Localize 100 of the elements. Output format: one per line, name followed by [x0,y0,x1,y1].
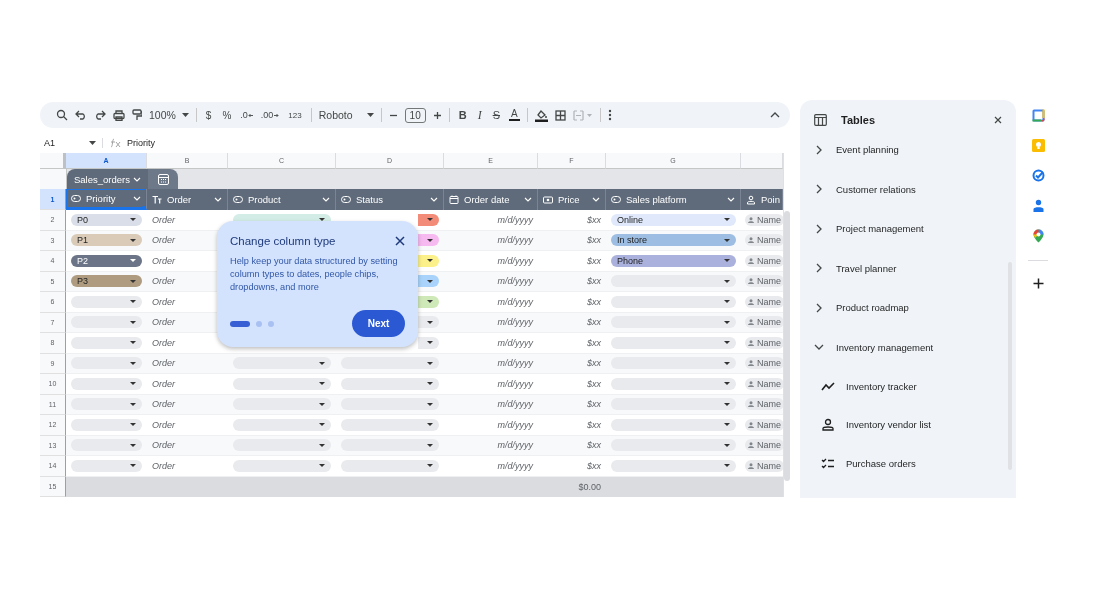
table-cell: m/d/yyyy [444,333,538,354]
person-chip[interactable]: Name [745,459,783,472]
table-name-tab[interactable]: Sales_orders [67,169,148,189]
next-button[interactable]: Next [352,310,405,337]
panel-item[interactable]: Project management [800,209,1016,249]
corner-cell[interactable] [40,153,66,169]
dropdown-chip[interactable] [418,295,439,308]
panel-item[interactable]: Travel planner [800,248,1016,288]
merge-cells-icon[interactable] [572,109,593,121]
panel-item[interactable]: Inventory management [800,327,1016,367]
caret-icon [130,402,136,406]
italic-button[interactable]: I [475,107,484,123]
calendar-icon[interactable] [1031,109,1045,122]
table-menu-tab[interactable] [148,169,178,189]
chip-icon [341,194,351,205]
dropdown-chip[interactable] [418,254,439,267]
currency-button[interactable]: $ [203,109,214,121]
dropdown-chip[interactable]: Phone [611,254,736,267]
paint-format-icon[interactable] [132,109,142,121]
panel-item[interactable]: Customer relations [800,169,1016,209]
fill-color-icon[interactable] [534,108,548,122]
panel-item[interactable]: Event planning [800,130,1016,170]
text-color-button[interactable]: A [509,109,520,121]
search-icon[interactable] [56,109,68,121]
person-chip[interactable]: Name [745,357,783,370]
person-chip[interactable]: Name [745,398,783,411]
person-chip[interactable]: Name [745,234,783,247]
dropdown-chip[interactable] [418,275,439,288]
caret-icon [319,443,325,447]
calendar-icon [449,194,459,205]
dropdown-chip[interactable]: P0 [71,213,142,226]
caret-icon [724,238,730,242]
plus-icon[interactable] [432,110,442,120]
increase-decimal-button[interactable]: .00 [260,110,280,120]
person-chip[interactable]: Name [745,213,783,226]
caret-icon [427,423,433,427]
chevron-down-icon [592,197,600,202]
arrow-icon [247,112,254,118]
table-cell: $xx [538,333,606,354]
dropdown-chip[interactable] [418,316,439,329]
add-icon[interactable] [1032,278,1044,289]
chevron-down-icon [214,197,222,202]
caret-icon [366,113,374,117]
font-size-field[interactable]: 10 [404,107,426,123]
text-type-icon [152,194,162,205]
panel-item[interactable]: Purchase orders [800,444,1016,483]
dropdown-chip[interactable]: Online [611,213,736,226]
step-dot[interactable] [256,320,262,327]
dropdown-chip[interactable] [418,336,439,349]
person-chip[interactable]: Name [745,316,783,329]
scrollbar[interactable] [784,211,790,481]
caret-icon [724,320,730,324]
close-icon[interactable] [994,116,1002,124]
person-icon [748,442,754,449]
dropdown-chip[interactable]: In store [611,234,736,247]
person-chip[interactable]: Name [745,377,783,390]
chevron-right-icon [814,184,824,195]
panel-item[interactable]: Product roadmap [800,288,1016,328]
zoom-dropdown[interactable]: 100% [149,109,189,121]
font-dropdown[interactable]: Roboto [318,109,374,121]
person-chip[interactable]: Name [745,336,783,349]
dropdown-chip[interactable] [418,234,439,247]
undo-icon[interactable] [75,110,87,120]
person-chip[interactable]: Name [745,418,783,431]
dropdown-chip[interactable]: P1 [71,234,142,247]
close-icon[interactable] [395,236,405,246]
caret-icon [89,140,96,145]
person-icon[interactable] [1032,199,1044,212]
dropdown-chip[interactable]: P2 [71,254,142,267]
caret-icon [130,341,136,345]
caret-icon [724,443,730,447]
formula-text[interactable]: Priority [127,137,155,148]
task-check-icon[interactable] [1031,169,1045,182]
collapse-icon[interactable] [770,112,780,118]
dropdown-chip[interactable]: P3 [71,275,142,288]
person-chip[interactable]: Name [745,254,783,267]
more-icon[interactable] [607,109,612,121]
table-cell: Order [147,415,228,436]
bold-button[interactable]: B [456,109,469,121]
person-chip[interactable]: Name [745,295,783,308]
decrease-decimal-button[interactable]: .0 [240,110,254,120]
person-icon [748,339,754,346]
panel-item[interactable]: Inventory vendor list [800,405,1016,444]
strikethrough-button[interactable]: S [490,109,502,121]
percent-button[interactable]: % [220,109,234,121]
dropdown-chip[interactable] [418,213,439,226]
print-icon[interactable] [113,109,125,121]
map-pin-icon[interactable] [1032,229,1044,243]
step-dot[interactable] [268,320,274,327]
number-format-button[interactable]: 123 [286,110,304,120]
redo-icon[interactable] [94,110,106,120]
tooltip-title: Change column type [230,235,336,247]
bulb-icon[interactable] [1031,139,1045,152]
panel-item[interactable]: Inventory tracker [800,367,1016,406]
person-chip[interactable]: Name [745,439,783,452]
name-box[interactable]: A1 [40,137,103,148]
person-chip[interactable]: Name [745,275,783,288]
borders-icon[interactable] [554,109,566,121]
checklist-icon [821,456,835,470]
total-cell-text: $0.00 [577,480,602,494]
